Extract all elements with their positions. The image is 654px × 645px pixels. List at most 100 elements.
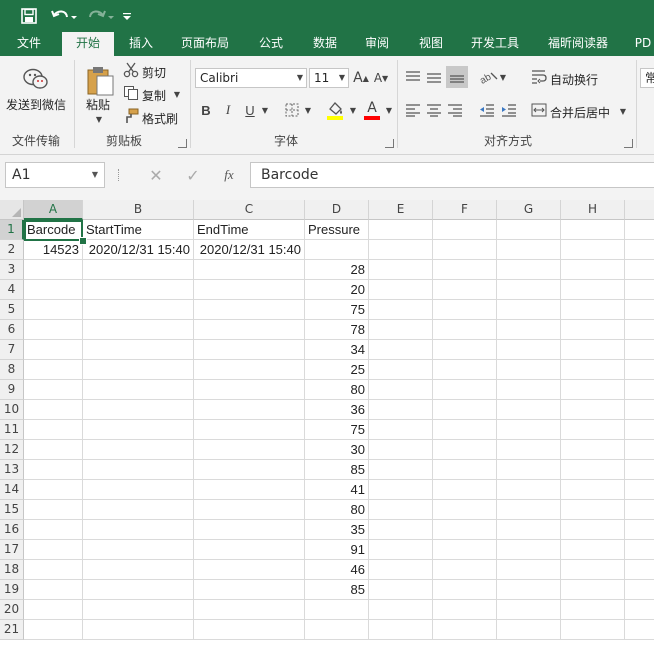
cell-b10[interactable] — [83, 400, 194, 420]
cell-a21[interactable] — [24, 620, 83, 640]
row-header-21[interactable]: 21 — [0, 620, 24, 640]
cell-h1[interactable] — [561, 220, 625, 240]
cell-d11[interactable]: 75 — [305, 420, 369, 440]
cell-b13[interactable] — [83, 460, 194, 480]
align-right-icon[interactable] — [446, 101, 464, 119]
cell-h15[interactable] — [561, 500, 625, 520]
tab-page-layout[interactable]: 页面布局 — [172, 32, 238, 56]
cell-c9[interactable] — [194, 380, 305, 400]
cell-b14[interactable] — [83, 480, 194, 500]
cell-b16[interactable] — [83, 520, 194, 540]
column-header-overflow[interactable] — [625, 200, 654, 220]
cell-f14[interactable] — [433, 480, 497, 500]
cell-d7[interactable]: 34 — [305, 340, 369, 360]
cell-h10[interactable] — [561, 400, 625, 420]
cell-c3[interactable] — [194, 260, 305, 280]
cell-c10[interactable] — [194, 400, 305, 420]
align-left-icon[interactable] — [404, 101, 422, 119]
cell-d17[interactable]: 91 — [305, 540, 369, 560]
cell-c15[interactable] — [194, 500, 305, 520]
cell-h8[interactable] — [561, 360, 625, 380]
merge-center-dropdown-icon[interactable]: ▼ — [618, 104, 628, 118]
cell-h2[interactable] — [561, 240, 625, 260]
format-painter-button[interactable]: 格式刷 — [142, 110, 178, 127]
increase-indent-icon[interactable] — [500, 101, 518, 119]
cell-e21[interactable] — [369, 620, 433, 640]
cell-g21[interactable] — [497, 620, 561, 640]
font-launcher-icon[interactable] — [385, 139, 394, 148]
clipboard-launcher-icon[interactable] — [178, 139, 187, 148]
cell-f1[interactable] — [433, 220, 497, 240]
cell-h13[interactable] — [561, 460, 625, 480]
row-header-7[interactable]: 7 — [0, 340, 24, 360]
cell-b1[interactable]: StartTime — [83, 220, 194, 240]
tab-view[interactable]: 视图 — [408, 32, 454, 56]
cell-g17[interactable] — [497, 540, 561, 560]
row-header-18[interactable]: 18 — [0, 560, 24, 580]
borders-icon[interactable] — [283, 101, 301, 119]
cell-f6[interactable] — [433, 320, 497, 340]
cell-a10[interactable] — [24, 400, 83, 420]
cell-e20[interactable] — [369, 600, 433, 620]
tab-home[interactable]: 开始 — [62, 32, 114, 56]
cut-button[interactable]: 剪切 — [142, 64, 166, 81]
borders-dropdown-icon[interactable]: ▼ — [303, 102, 313, 118]
cell-g11[interactable] — [497, 420, 561, 440]
cell-overflow21[interactable] — [625, 620, 654, 640]
cell-overflow11[interactable] — [625, 420, 654, 440]
bold-button[interactable]: B — [198, 101, 214, 119]
cell-e10[interactable] — [369, 400, 433, 420]
cell-c14[interactable] — [194, 480, 305, 500]
cell-c2[interactable]: 2020/12/31 15:40 — [194, 240, 305, 260]
save-icon[interactable] — [18, 4, 40, 28]
row-header-5[interactable]: 5 — [0, 300, 24, 320]
cell-c18[interactable] — [194, 560, 305, 580]
cell-b15[interactable] — [83, 500, 194, 520]
cell-overflow2[interactable] — [625, 240, 654, 260]
cell-d9[interactable]: 80 — [305, 380, 369, 400]
cell-overflow15[interactable] — [625, 500, 654, 520]
column-header-c[interactable]: C — [194, 200, 305, 220]
row-header-15[interactable]: 15 — [0, 500, 24, 520]
cell-h16[interactable] — [561, 520, 625, 540]
select-all-button[interactable] — [0, 200, 24, 220]
cell-f2[interactable] — [433, 240, 497, 260]
wechat-icon[interactable] — [20, 66, 52, 94]
cell-e1[interactable] — [369, 220, 433, 240]
cell-c12[interactable] — [194, 440, 305, 460]
orientation-icon[interactable]: ab — [478, 68, 500, 86]
cell-d21[interactable] — [305, 620, 369, 640]
fill-handle[interactable] — [79, 237, 87, 245]
italic-button[interactable]: I — [220, 101, 236, 119]
cell-a13[interactable] — [24, 460, 83, 480]
cell-e3[interactable] — [369, 260, 433, 280]
cell-g9[interactable] — [497, 380, 561, 400]
cell-d19[interactable]: 85 — [305, 580, 369, 600]
cell-g16[interactable] — [497, 520, 561, 540]
cell-overflow18[interactable] — [625, 560, 654, 580]
cell-g18[interactable] — [497, 560, 561, 580]
font-color-icon[interactable]: A — [362, 99, 382, 121]
cell-e4[interactable] — [369, 280, 433, 300]
cell-e13[interactable] — [369, 460, 433, 480]
cell-d15[interactable]: 80 — [305, 500, 369, 520]
font-color-dropdown-icon[interactable]: ▼ — [384, 102, 394, 118]
cell-e18[interactable] — [369, 560, 433, 580]
fill-color-dropdown-icon[interactable]: ▼ — [348, 102, 358, 118]
row-header-1[interactable]: 1 — [0, 220, 24, 240]
column-header-a[interactable]: A — [24, 200, 83, 220]
cell-overflow3[interactable] — [625, 260, 654, 280]
confirm-icon[interactable]: ✓ — [184, 165, 202, 185]
cell-g2[interactable] — [497, 240, 561, 260]
cell-b21[interactable] — [83, 620, 194, 640]
cell-a3[interactable] — [24, 260, 83, 280]
row-header-12[interactable]: 12 — [0, 440, 24, 460]
cell-c17[interactable] — [194, 540, 305, 560]
cell-g12[interactable] — [497, 440, 561, 460]
cell-e5[interactable] — [369, 300, 433, 320]
cell-a12[interactable] — [24, 440, 83, 460]
cell-h18[interactable] — [561, 560, 625, 580]
cell-a5[interactable] — [24, 300, 83, 320]
row-header-16[interactable]: 16 — [0, 520, 24, 540]
cell-c21[interactable] — [194, 620, 305, 640]
